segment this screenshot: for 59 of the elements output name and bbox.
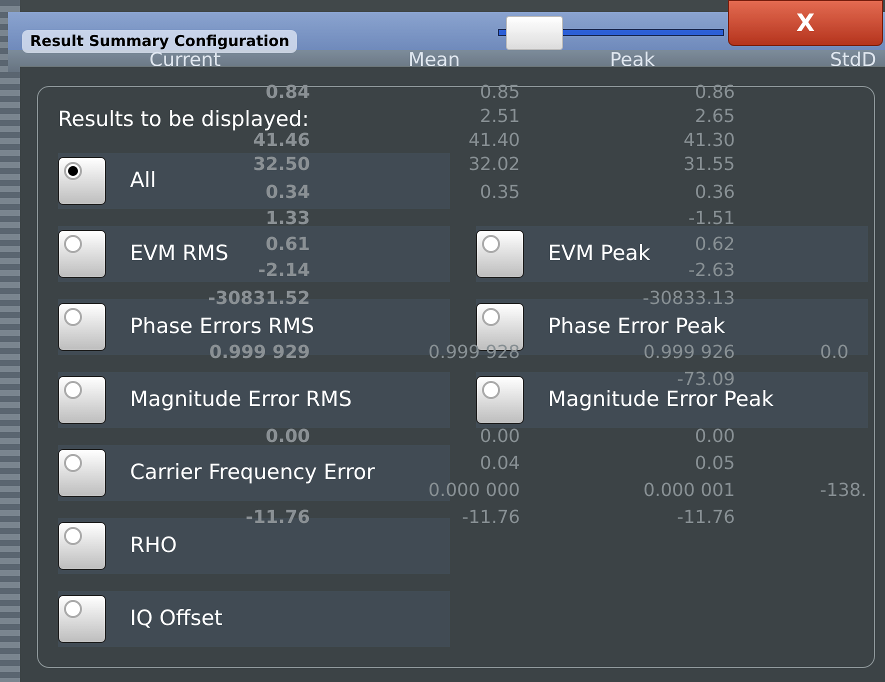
table-cell: 0.61 xyxy=(266,234,310,255)
radio-button[interactable] xyxy=(58,448,106,496)
table-cell: 0.000 001 xyxy=(643,480,735,500)
table-cell: 0.36 xyxy=(694,182,735,203)
table-cell: -11.76 xyxy=(246,506,310,528)
column-header: Peak xyxy=(610,49,655,71)
column-header: StdD xyxy=(830,49,876,71)
table-cell: 0.000 000 xyxy=(428,480,520,500)
table-cell: 0.00 xyxy=(694,426,735,446)
table-cell: 32.50 xyxy=(253,154,310,175)
table-cell: 0.05 xyxy=(694,452,735,474)
transparency-slider[interactable] xyxy=(498,16,724,48)
radio-button[interactable] xyxy=(58,156,106,204)
close-button[interactable]: X xyxy=(728,0,883,46)
table-cell: 0.0 xyxy=(820,342,849,362)
radio-button[interactable] xyxy=(58,594,106,642)
table-cell: 0.999 929 xyxy=(209,342,310,362)
table-cell: 0.35 xyxy=(480,182,520,203)
column-header: Mean xyxy=(408,49,460,71)
table-cell: -1.51 xyxy=(688,208,735,229)
table-cell: 0.62 xyxy=(694,234,735,255)
table-cell: 41.30 xyxy=(683,130,735,151)
radio-button[interactable] xyxy=(58,522,106,570)
table-cell: 0.00 xyxy=(266,426,310,446)
slider-thumb[interactable] xyxy=(506,16,564,50)
table-cell: 41.40 xyxy=(468,130,520,151)
table-cell: 0.34 xyxy=(266,182,310,203)
table-cell: -11.76 xyxy=(676,506,735,528)
table-cell: 2.51 xyxy=(480,106,520,127)
radio-button[interactable] xyxy=(58,302,106,350)
table-cell: -138. xyxy=(820,480,867,500)
dialog-title: Result Summary Configuration xyxy=(22,30,298,52)
table-cell: 31.55 xyxy=(683,154,735,175)
table-cell: 2.65 xyxy=(694,106,735,127)
option-label: EVM Peak xyxy=(548,240,650,267)
option-label: EVM RMS xyxy=(130,240,228,267)
table-cell: -2.14 xyxy=(258,260,310,281)
radio-button[interactable] xyxy=(58,230,106,278)
option-label: Phase Errors RMS xyxy=(130,312,314,340)
table-cell: -30833.13 xyxy=(642,288,735,308)
table-cell: 1.33 xyxy=(266,208,310,229)
option-label: Magnitude Error RMS xyxy=(130,386,352,413)
table-cell: -30831.52 xyxy=(208,288,310,308)
table-cell: -2.63 xyxy=(688,260,735,281)
radio-button[interactable] xyxy=(476,376,524,424)
table-cell: 0.04 xyxy=(480,452,520,474)
radio-button[interactable] xyxy=(58,376,106,424)
radio-button[interactable] xyxy=(476,230,524,278)
group-label: Results to be displayed: xyxy=(58,106,310,132)
option-label: All xyxy=(130,166,156,194)
option-label: Carrier Frequency Error xyxy=(130,458,375,486)
table-cell: 0.00 xyxy=(480,426,520,446)
table-cell: 41.46 xyxy=(253,130,310,151)
table-cell: 32.02 xyxy=(468,154,520,175)
option-label: Phase Error Peak xyxy=(548,312,726,340)
option-label: IQ Offset xyxy=(130,604,222,632)
option-label: RHO xyxy=(130,532,177,559)
table-cell: 0.999 926 xyxy=(643,342,735,362)
table-cell: -11.76 xyxy=(462,506,520,528)
